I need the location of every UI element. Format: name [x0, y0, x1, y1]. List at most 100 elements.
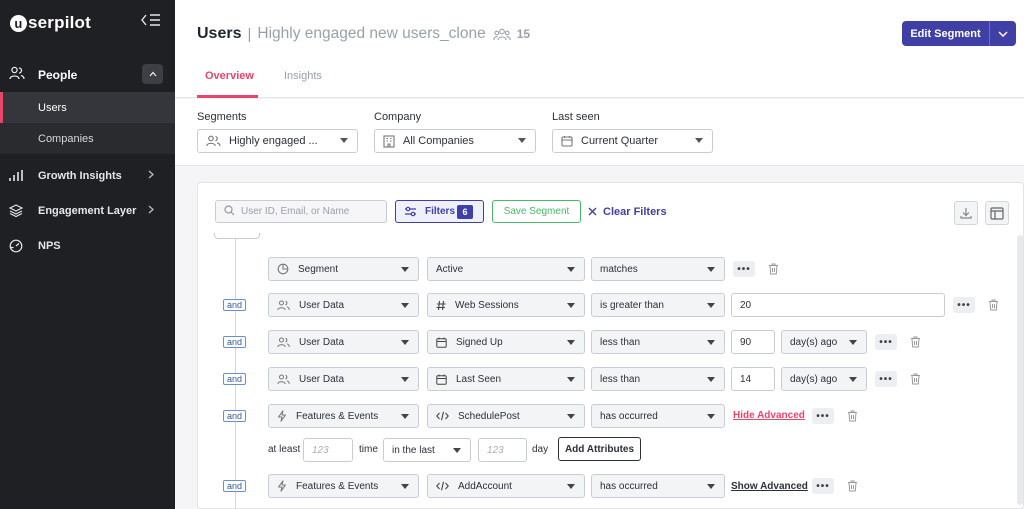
- more-options-button[interactable]: •••: [875, 334, 897, 350]
- and-connector[interactable]: and: [223, 410, 246, 422]
- search-box[interactable]: [215, 200, 387, 223]
- condition-value-input[interactable]: 14: [731, 367, 775, 391]
- more-options-button[interactable]: •••: [812, 408, 834, 424]
- and-connector[interactable]: and: [223, 336, 246, 348]
- condition-field-select[interactable]: Active: [427, 257, 585, 281]
- nav-label: NPS: [38, 240, 61, 252]
- condition-operator-value: has occurred: [600, 480, 658, 492]
- condition-type-select[interactable]: Segment: [268, 257, 419, 281]
- condition-operator-select[interactable]: has occurred: [591, 474, 725, 498]
- nav-growth-insights[interactable]: Growth Insights: [0, 164, 175, 188]
- condition-operator-value: less than: [600, 373, 641, 385]
- last-seen-select[interactable]: Current Quarter: [552, 129, 713, 153]
- condition-type-select[interactable]: User Data: [268, 293, 419, 317]
- users-icon: [206, 135, 221, 147]
- condition-type-select[interactable]: User Data: [268, 367, 419, 391]
- trash-icon[interactable]: [846, 479, 858, 493]
- download-button[interactable]: [954, 201, 978, 225]
- occurrence-count-input[interactable]: 123: [303, 438, 353, 462]
- trash-icon[interactable]: [846, 409, 858, 423]
- company-select[interactable]: All Companies: [374, 129, 536, 153]
- tab-insights[interactable]: Insights: [284, 70, 322, 82]
- condition-operator-select[interactable]: matches: [591, 257, 725, 281]
- condition-operator-select[interactable]: is greater than: [591, 293, 725, 317]
- condition-value-text: 90: [740, 336, 752, 348]
- page-title-text: Users: [197, 25, 242, 42]
- sidebar-item-companies[interactable]: Companies: [0, 123, 175, 154]
- condition-value-input[interactable]: 90: [731, 330, 775, 354]
- more-options-button[interactable]: •••: [733, 261, 755, 277]
- group-bracket: [214, 233, 260, 239]
- code-icon: [436, 411, 449, 421]
- users-icon: [277, 337, 290, 348]
- condition-field-select[interactable]: Last Seen: [427, 367, 585, 391]
- show-advanced-link[interactable]: Show Advanced: [731, 481, 808, 492]
- condition-field-select[interactable]: SchedulePost: [427, 404, 585, 428]
- chevron-up-icon[interactable]: [142, 64, 163, 84]
- filters-bar: Segments Highly engaged ... Company All …: [175, 99, 1024, 166]
- condition-unit-select[interactable]: day(s) ago: [781, 367, 867, 391]
- nav-engagement-layer[interactable]: Engagement Layer: [0, 199, 175, 223]
- trash-icon[interactable]: [767, 262, 779, 276]
- chevron-down-icon[interactable]: [990, 21, 1016, 46]
- tab-overview[interactable]: Overview: [205, 70, 254, 82]
- condition-unit-select[interactable]: day(s) ago: [781, 330, 867, 354]
- and-connector[interactable]: and: [223, 373, 246, 385]
- nav-people-label: People: [38, 68, 78, 82]
- condition-type-select[interactable]: Features & Events: [268, 474, 419, 498]
- condition-field-select[interactable]: Web Sessions: [427, 293, 585, 317]
- trash-icon[interactable]: [987, 298, 999, 312]
- logo[interactable]: u serpilot: [10, 13, 91, 33]
- sidebar-item-users[interactable]: Users: [0, 92, 175, 123]
- caret-down-icon: [401, 377, 409, 382]
- condition-type-select[interactable]: Features & Events: [268, 404, 419, 428]
- save-segment-button[interactable]: Save Segment: [492, 200, 581, 223]
- user-count: 15: [516, 27, 531, 41]
- more-options-button[interactable]: •••: [812, 478, 834, 494]
- day-count-input[interactable]: 123: [478, 438, 527, 462]
- users-icon: [277, 374, 290, 385]
- users-count-icon: [493, 28, 511, 41]
- day-label: day: [532, 444, 549, 455]
- search-input[interactable]: [241, 206, 381, 217]
- edit-segment-button[interactable]: Edit Segment: [902, 21, 1016, 46]
- nav-nps[interactable]: NPS: [0, 234, 175, 258]
- filters-button[interactable]: Filters 6: [395, 200, 484, 223]
- caret-down-icon: [707, 303, 715, 308]
- condition-value-input[interactable]: 20: [731, 293, 945, 317]
- condition-type-select[interactable]: User Data: [268, 330, 419, 354]
- condition-type-value: Features & Events: [296, 410, 379, 422]
- caret-down-icon: [567, 303, 575, 308]
- and-connector[interactable]: and: [223, 480, 246, 492]
- condition-operator-select[interactable]: has occurred: [591, 404, 725, 428]
- clear-filters-button[interactable]: Clear Filters: [588, 205, 667, 219]
- nav-people[interactable]: People: [0, 62, 175, 86]
- logo-mark: u: [10, 14, 27, 32]
- condition-field-select[interactable]: Signed Up: [427, 330, 585, 354]
- segments-label: Segments: [197, 111, 247, 123]
- trash-icon[interactable]: [909, 335, 921, 349]
- caret-down-icon: [401, 267, 409, 272]
- condition-field-value: Last Seen: [456, 373, 502, 385]
- and-connector[interactable]: and: [223, 299, 246, 311]
- condition-operator-select[interactable]: less than: [591, 367, 725, 391]
- sidebar-item-label: Companies: [38, 132, 94, 145]
- more-options-button[interactable]: •••: [953, 297, 975, 313]
- sidebar-item-label: Users: [38, 101, 67, 114]
- caret-down-icon: [849, 340, 857, 345]
- columns-button[interactable]: [985, 201, 1009, 225]
- condition-operator-select[interactable]: less than: [591, 330, 725, 354]
- sliders-icon: [404, 206, 417, 217]
- trash-icon[interactable]: [909, 372, 921, 386]
- segments-filter: Segments Highly engaged ...: [197, 111, 358, 153]
- add-attributes-button[interactable]: Add Attributes: [558, 437, 641, 461]
- more-options-button[interactable]: •••: [875, 371, 897, 387]
- time-range-select[interactable]: in the last: [383, 438, 471, 462]
- hide-advanced-link[interactable]: Hide Advanced: [733, 410, 805, 421]
- condition-field-select[interactable]: AddAccount: [427, 474, 585, 498]
- collapse-sidebar-icon[interactable]: [141, 13, 161, 30]
- last-seen-label: Last seen: [552, 111, 600, 123]
- condition-type-value: Segment: [298, 263, 339, 275]
- segments-select[interactable]: Highly engaged ...: [197, 129, 358, 153]
- vertical-scrollbar[interactable]: [1017, 235, 1023, 505]
